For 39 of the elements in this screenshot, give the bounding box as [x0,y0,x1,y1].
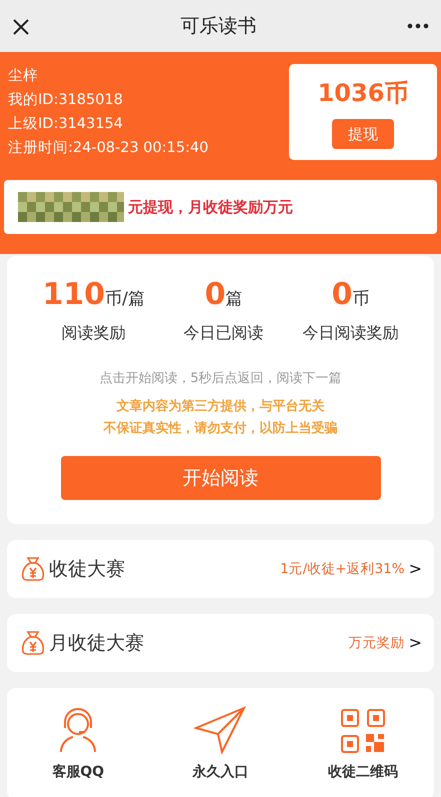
stat-value: 0 [332,280,352,310]
stat-label: 今日阅读奖励 [302,322,399,344]
profile-line: 注册时间:24-08-23 00:15:40 [8,139,208,158]
contest-detail: 万元奖励 [348,634,405,653]
notice-text: 元提现，月收徒奖励万元 [128,196,293,218]
stat-value: 110 [42,280,106,310]
hint-text: 点击开始阅读，5秒后点返回，阅读下一篇 [99,370,342,388]
paper-plane-icon [194,706,246,754]
qr-code-icon [340,708,386,754]
contest-row[interactable]: 收徒大赛 1元/收徒+返利31% > [7,540,434,598]
stat-label: 阅读奖励 [62,322,126,344]
shortcut-label: 客服QQ [52,762,104,782]
shortcut-label: 永久入口 [192,762,248,782]
window-title: 可乐读书 [180,14,256,39]
stat-value: 0 [204,280,226,310]
warning-text: 不保证真实性，请勿支付，以防上当受骗 [104,420,338,438]
shortcut-label: 收徒二维码 [328,762,398,782]
money-bag-icon [21,630,45,656]
shortcut-item[interactable]: 客服QQ [13,704,144,797]
close-icon[interactable] [12,18,30,36]
chevron-icon: > [408,557,422,581]
contest-title: 月收徒大赛 [49,630,144,656]
stat-unit: 篇 [226,288,243,311]
warning-text: 文章内容为第三方提供，与平台无关 [116,398,324,416]
profile-line: 我的ID:3185018 [8,91,124,110]
shortcut-item[interactable]: 收徒二维码 [298,704,428,797]
money-bag-icon [21,556,45,582]
profile-line: 上级ID:3143154 [8,115,124,134]
chevron-icon: > [408,631,422,655]
stat-label: 今日已阅读 [184,322,264,344]
user-name: 尘梓 [8,67,39,86]
coin-balance: 1036币 [318,78,408,109]
contest-detail: 1元/收徒+返利31% [280,560,405,579]
contest-row[interactable]: 月收徒大赛 万元奖励 > [7,614,434,672]
shortcut-item[interactable]: 永久入口 [155,704,286,797]
stat-unit: 币 [352,288,370,311]
more-icon[interactable] [407,23,429,29]
stat-unit: 币/篇 [105,288,145,311]
contest-title: 收徒大赛 [49,556,125,582]
